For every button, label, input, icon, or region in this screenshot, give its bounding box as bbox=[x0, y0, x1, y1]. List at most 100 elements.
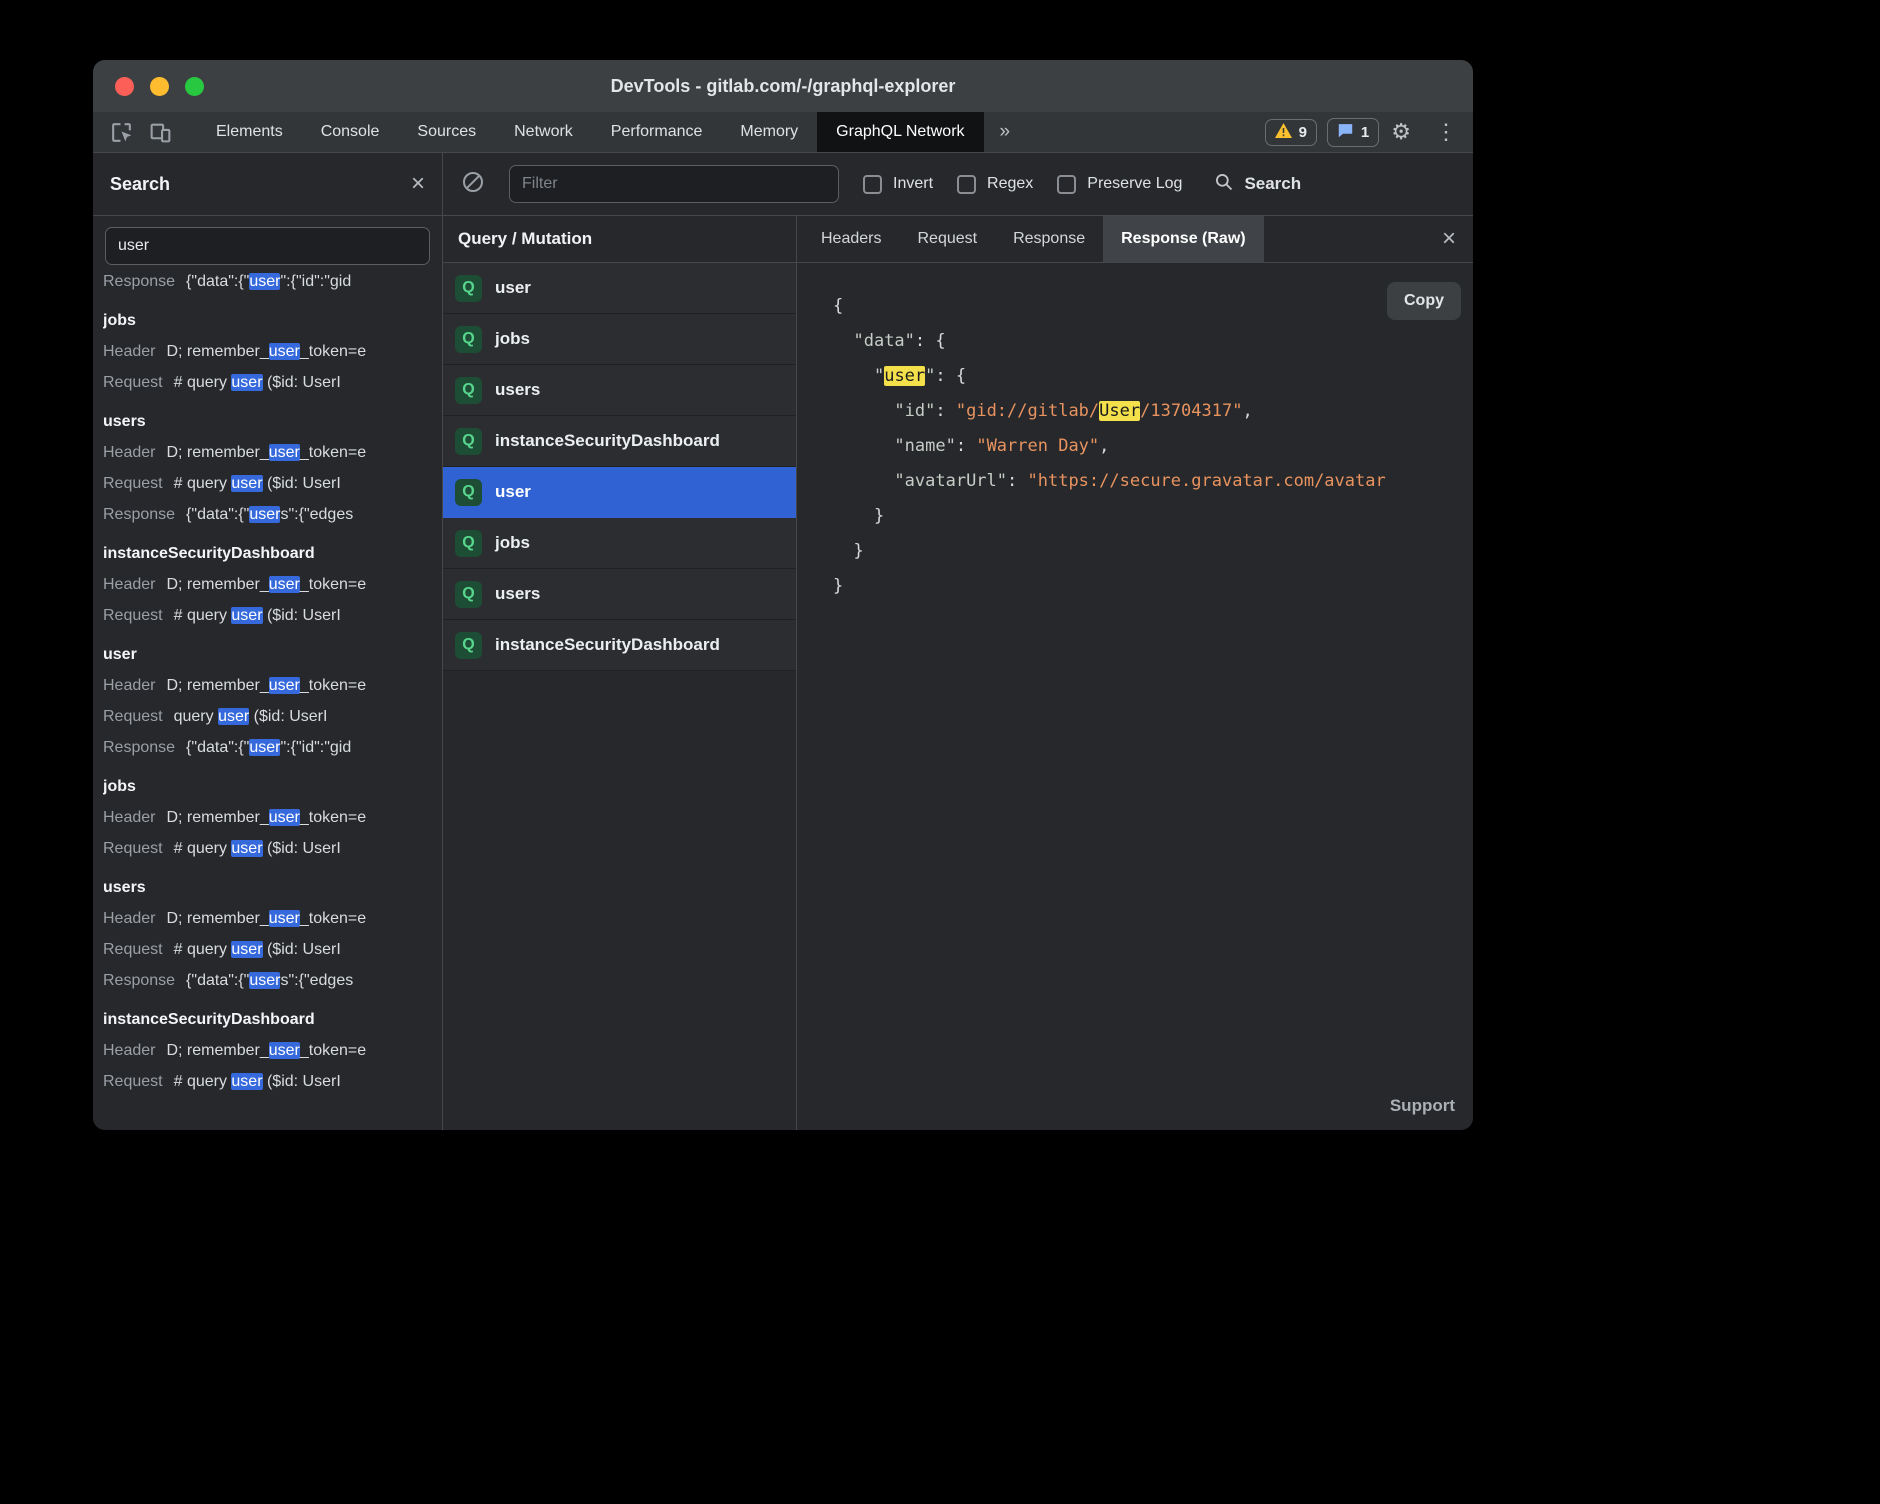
json-segment: "data" bbox=[853, 331, 914, 351]
toolbar-search-button[interactable]: Search bbox=[1214, 172, 1301, 197]
filter-input[interactable] bbox=[509, 165, 839, 203]
search-result-line[interactable]: HeaderD; remember_user_token=e bbox=[103, 569, 442, 600]
search-result-line[interactable]: Response{"data":{"user":{"id":"gid bbox=[103, 732, 442, 763]
devtools-tab-console[interactable]: Console bbox=[302, 112, 399, 152]
messages-badge[interactable]: 1 bbox=[1327, 118, 1379, 147]
search-result-group-name[interactable]: jobs bbox=[103, 771, 442, 802]
search-result-line[interactable]: Response{"data":{"users":{"edges bbox=[103, 499, 442, 530]
support-link[interactable]: Support bbox=[1390, 1096, 1455, 1116]
query-list-item[interactable]: Qusers bbox=[443, 569, 796, 620]
close-window-button[interactable] bbox=[115, 77, 134, 96]
zoom-window-button[interactable] bbox=[185, 77, 204, 96]
json-segment: User bbox=[1099, 401, 1140, 421]
query-type-badge: Q bbox=[455, 479, 482, 506]
query-list-item[interactable]: Qusers bbox=[443, 365, 796, 416]
search-result-line[interactable]: HeaderD; remember_user_token=e bbox=[103, 903, 442, 934]
json-line: "name": "Warren Day", bbox=[833, 429, 1473, 464]
search-result-line[interactable]: Request# query user ($id: UserI bbox=[103, 468, 442, 499]
query-list-item[interactable]: Quser bbox=[443, 467, 796, 518]
more-tabs-chevron[interactable]: » bbox=[984, 112, 1027, 152]
search-result-line[interactable]: Request# query user ($id: UserI bbox=[103, 934, 442, 965]
clear-log-icon[interactable] bbox=[461, 170, 485, 199]
search-panel-title: Search bbox=[110, 174, 170, 195]
json-segment: "gid://gitlab/ bbox=[956, 401, 1099, 421]
search-result-group-name[interactable]: user bbox=[103, 639, 442, 670]
json-segment: : bbox=[935, 401, 955, 421]
issues-warning-badge[interactable]: 9 bbox=[1265, 119, 1317, 146]
network-toolbar: Invert Regex Preserve Log bbox=[443, 153, 1473, 216]
search-result-line[interactable]: HeaderD; remember_user_token=e bbox=[103, 437, 442, 468]
query-type-badge: Q bbox=[455, 428, 482, 455]
search-result-line[interactable]: HeaderD; remember_user_token=e bbox=[103, 336, 442, 367]
devtools-tab-memory[interactable]: Memory bbox=[721, 112, 817, 152]
preserve-log-checkbox-group[interactable]: Preserve Log bbox=[1057, 175, 1182, 194]
window-titlebar: DevTools - gitlab.com/-/graphql-explorer bbox=[93, 60, 1473, 112]
settings-gear-icon[interactable]: ⚙ bbox=[1379, 112, 1423, 152]
search-result-line[interactable]: Request# query user ($id: UserI bbox=[103, 600, 442, 631]
search-result-group-name[interactable]: instanceSecurityDashboard bbox=[103, 538, 442, 569]
device-toolbar-icon[interactable] bbox=[148, 120, 173, 145]
search-match-highlight: user bbox=[231, 374, 262, 391]
preserve-log-checkbox[interactable] bbox=[1057, 175, 1076, 194]
json-segment: { bbox=[833, 296, 843, 316]
search-match-highlight: user bbox=[269, 444, 300, 461]
inspect-element-icon[interactable] bbox=[109, 120, 134, 145]
search-match-highlight: user bbox=[249, 273, 280, 290]
search-result-line[interactable]: Response{"data":{"users":{"edges bbox=[103, 965, 442, 996]
search-match-highlight: user bbox=[269, 677, 300, 694]
detail-tab-response-raw[interactable]: Response (Raw) bbox=[1103, 216, 1263, 262]
search-result-line[interactable]: Request# query user ($id: UserI bbox=[103, 1066, 442, 1097]
query-list-item[interactable]: Quser bbox=[443, 263, 796, 314]
search-result-line[interactable]: HeaderD; remember_user_token=e bbox=[103, 670, 442, 701]
detail-tab-response[interactable]: Response bbox=[995, 216, 1103, 262]
search-icon bbox=[1214, 172, 1234, 197]
json-segment: : bbox=[915, 331, 935, 351]
invert-checkbox-group[interactable]: Invert bbox=[863, 175, 933, 194]
devtools-tab-graphql-network[interactable]: GraphQL Network bbox=[817, 112, 983, 152]
detail-tab-request[interactable]: Request bbox=[899, 216, 995, 262]
query-list-item[interactable]: Qjobs bbox=[443, 314, 796, 365]
devtools-tab-sources[interactable]: Sources bbox=[398, 112, 495, 152]
search-input[interactable] bbox=[105, 227, 430, 265]
close-icon: × bbox=[1442, 227, 1456, 251]
search-result-field-label: Response bbox=[103, 972, 175, 989]
query-list-item[interactable]: Qjobs bbox=[443, 518, 796, 569]
search-result-text: {"data":{" bbox=[186, 739, 249, 756]
search-result-line[interactable]: Requestquery user ($id: UserI bbox=[103, 701, 442, 732]
devtools-tab-performance[interactable]: Performance bbox=[592, 112, 722, 152]
network-region: Invert Regex Preserve Log bbox=[443, 153, 1473, 1130]
search-close-icon[interactable]: × bbox=[411, 172, 425, 196]
search-result-group-name[interactable]: instanceSecurityDashboard bbox=[103, 1004, 442, 1035]
json-viewer: { "data": { "user": { "id": "gid://gitla… bbox=[797, 263, 1473, 604]
search-result-field-label: Request bbox=[103, 607, 163, 624]
search-result-line[interactable]: Response{"data":{"user":{"id":"gid bbox=[103, 270, 442, 297]
devtools-tab-elements[interactable]: Elements bbox=[197, 112, 302, 152]
search-result-line[interactable]: Request# query user ($id: UserI bbox=[103, 833, 442, 864]
detail-tab-headers[interactable]: Headers bbox=[803, 216, 899, 262]
invert-checkbox[interactable] bbox=[863, 175, 882, 194]
json-segment: "https://secure.gravatar.com/avatar bbox=[1028, 471, 1386, 491]
json-segment: { bbox=[956, 366, 966, 386]
devtools-tab-network[interactable]: Network bbox=[495, 112, 592, 152]
copy-button[interactable]: Copy bbox=[1387, 282, 1461, 320]
regex-checkbox[interactable] bbox=[957, 175, 976, 194]
devtools-main: Search × Response{"data":{"user":{"id":"… bbox=[93, 153, 1473, 1130]
search-result-line[interactable]: HeaderD; remember_user_token=e bbox=[103, 1035, 442, 1066]
detail-close-button[interactable]: × bbox=[1425, 216, 1473, 262]
search-result-group-name[interactable]: users bbox=[103, 872, 442, 903]
search-result-group-name[interactable]: users bbox=[103, 406, 442, 437]
minimize-window-button[interactable] bbox=[150, 77, 169, 96]
search-result-text: ($id: UserI bbox=[263, 475, 341, 492]
kebab-menu-icon[interactable]: ⋮ bbox=[1423, 112, 1473, 152]
query-list-item[interactable]: QinstanceSecurityDashboard bbox=[443, 416, 796, 467]
query-list-item[interactable]: QinstanceSecurityDashboard bbox=[443, 620, 796, 671]
json-segment: } bbox=[833, 576, 843, 596]
search-result-field-label: Response bbox=[103, 273, 175, 290]
search-result-line[interactable]: HeaderD; remember_user_token=e bbox=[103, 802, 442, 833]
search-match-highlight: user bbox=[269, 343, 300, 360]
search-result-text: D; remember_ bbox=[166, 343, 268, 360]
search-result-line[interactable]: Request# query user ($id: UserI bbox=[103, 367, 442, 398]
search-result-text: query bbox=[174, 708, 218, 725]
regex-checkbox-group[interactable]: Regex bbox=[957, 175, 1033, 194]
search-result-group-name[interactable]: jobs bbox=[103, 305, 442, 336]
